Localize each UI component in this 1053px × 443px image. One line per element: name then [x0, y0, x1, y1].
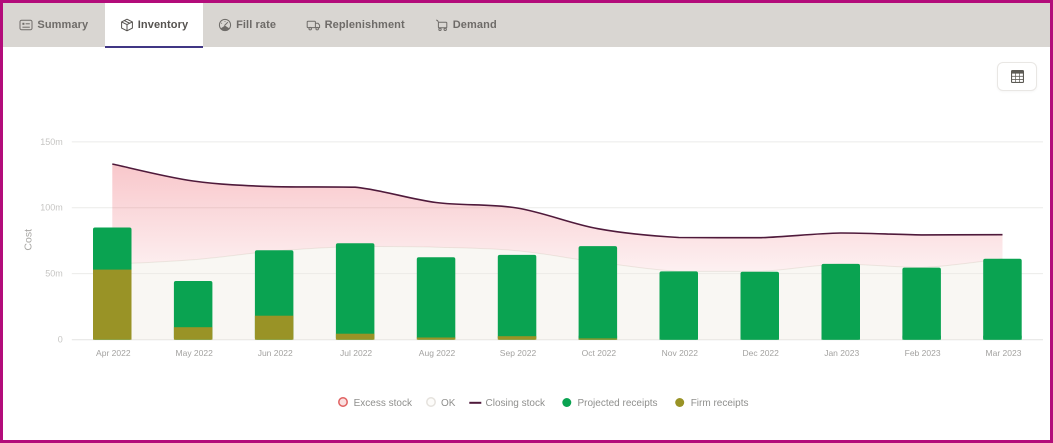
svg-text:Jan 2023: Jan 2023	[824, 348, 859, 358]
svg-text:Feb 2023: Feb 2023	[905, 348, 941, 358]
svg-text:50m: 50m	[45, 269, 63, 279]
svg-text:Dec 2022: Dec 2022	[743, 348, 780, 358]
svg-text:Aug 2022: Aug 2022	[419, 348, 456, 358]
svg-text:Sep 2022: Sep 2022	[500, 348, 537, 358]
svg-text:Nov 2022: Nov 2022	[662, 348, 699, 358]
svg-text:Cost: Cost	[23, 229, 35, 251]
svg-text:100m: 100m	[40, 203, 63, 213]
svg-text:OK: OK	[441, 398, 456, 409]
svg-text:Firm receipts: Firm receipts	[691, 398, 749, 409]
svg-text:150m: 150m	[40, 137, 63, 147]
svg-text:Oct 2022: Oct 2022	[582, 348, 617, 358]
svg-text:Excess stock: Excess stock	[354, 398, 413, 409]
svg-text:Projected receipts: Projected receipts	[578, 398, 658, 409]
svg-text:Apr 2022: Apr 2022	[96, 348, 131, 358]
svg-text:Jun 2022: Jun 2022	[258, 348, 293, 358]
svg-text:Mar 2023: Mar 2023	[986, 348, 1022, 358]
svg-text:Closing stock: Closing stock	[486, 398, 546, 409]
svg-text:0: 0	[58, 335, 63, 345]
svg-text:May 2022: May 2022	[176, 348, 214, 358]
svg-text:Jul 2022: Jul 2022	[340, 348, 372, 358]
